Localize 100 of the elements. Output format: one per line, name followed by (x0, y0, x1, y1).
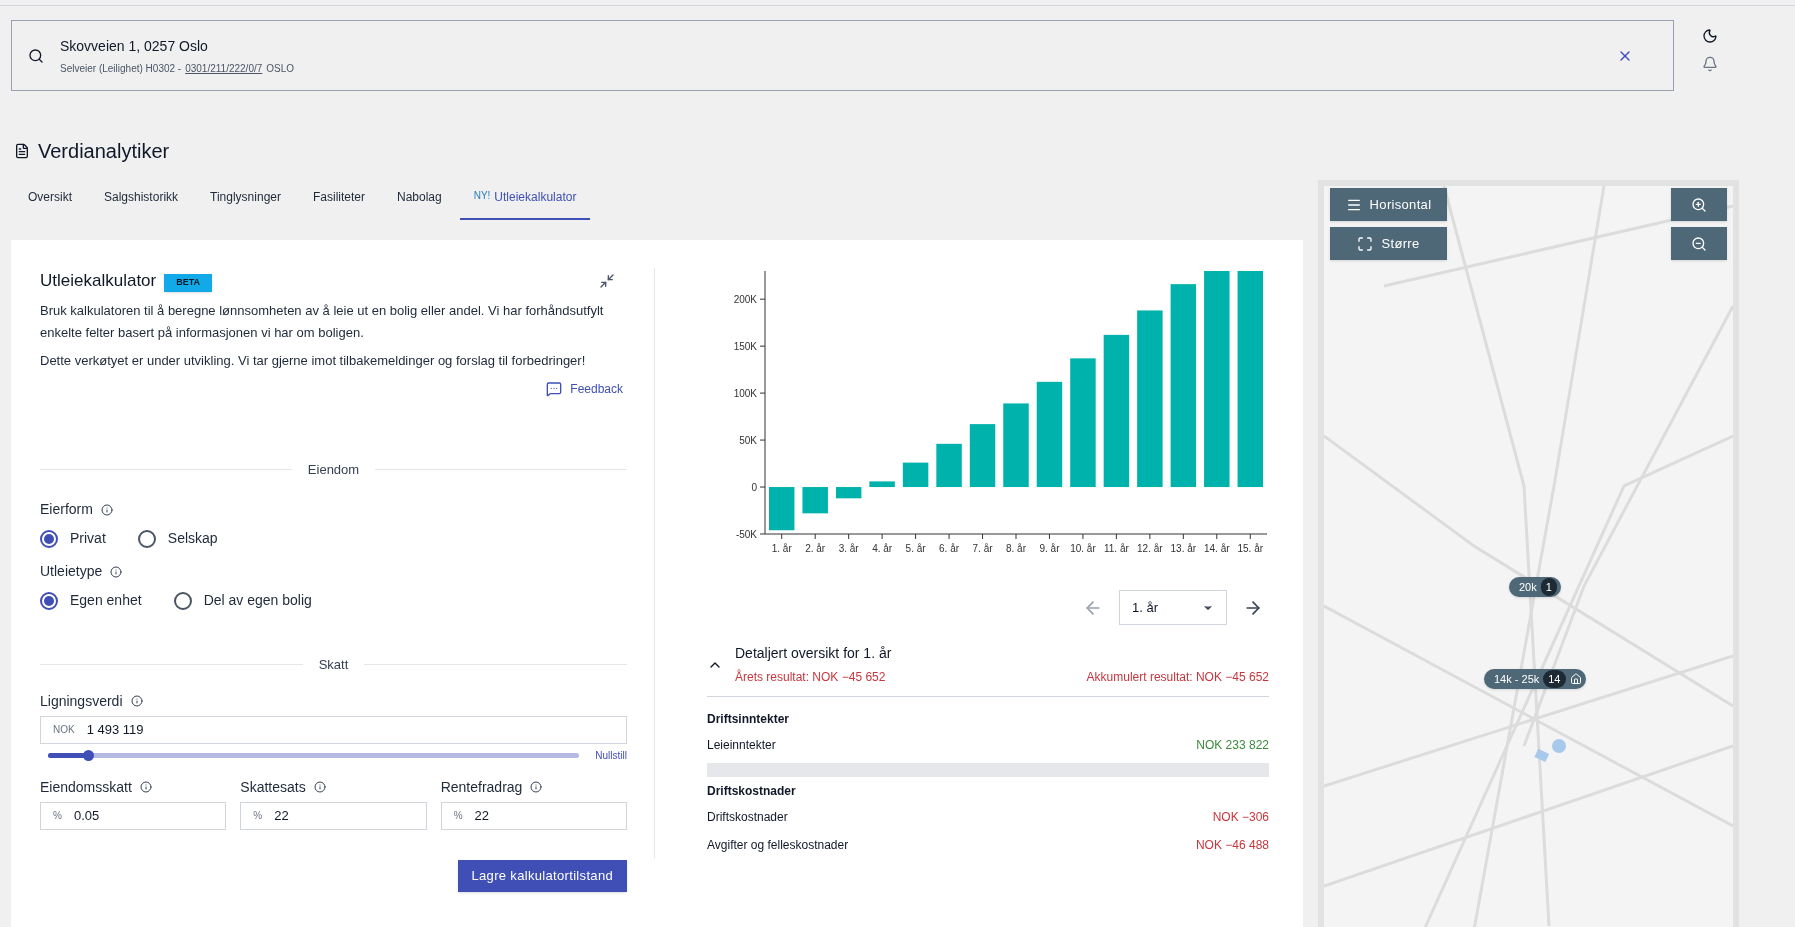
x-tick-label: 3. år (838, 543, 860, 554)
radio-button[interactable] (173, 591, 192, 610)
cadastre-link[interactable]: 0301/211/222/0/7 (185, 60, 263, 76)
moon-icon[interactable] (1702, 28, 1718, 44)
radio-button[interactable] (137, 529, 156, 548)
info-icon[interactable] (130, 695, 143, 707)
row-label: Leieinntekter (707, 737, 776, 754)
map-button[interactable]: Større (1330, 227, 1447, 260)
feedback-button[interactable]: Feedback (546, 379, 623, 398)
tab[interactable]: Nabolag (383, 188, 456, 220)
slider-track[interactable] (48, 752, 580, 758)
radio-option[interactable]: Selskap (137, 528, 218, 549)
chat-icon (546, 380, 563, 397)
zoom-out-button[interactable] (1671, 227, 1727, 260)
field-label: Utleietype (40, 562, 103, 581)
radio-option[interactable]: Egen enhet (40, 590, 142, 611)
row-label: Driftskostnader (707, 809, 788, 826)
info-icon[interactable] (110, 565, 123, 578)
zoom-in-icon (1691, 196, 1707, 213)
tab[interactable]: Fasiliteter (298, 188, 379, 220)
chart-bar (936, 443, 962, 488)
group-heading: Driftskostnader (707, 783, 797, 800)
x-tick-label: 8. år (1005, 543, 1027, 554)
slider-thumb[interactable] (83, 749, 95, 761)
accumulated-result: Akkumulert resultat: NOK −45 652 (1086, 669, 1269, 686)
section-heading: Eiendom (307, 460, 360, 479)
field-label: Ligningsverdi (40, 691, 123, 711)
x-tick-label: 4. år (872, 543, 893, 554)
document-icon (14, 143, 30, 159)
info-icon[interactable] (530, 781, 543, 793)
collapse-icon[interactable] (599, 272, 615, 289)
radio-button[interactable] (40, 591, 58, 610)
map-view[interactable]: Horisontal Større 20k 1 14k - 25k 14 (1324, 186, 1733, 927)
y-tick-label: 0 (751, 482, 758, 494)
field-label: Rentefradrag (440, 777, 523, 797)
zoom-out-icon (1691, 235, 1707, 252)
price-range: 20k (1519, 579, 1537, 595)
x-tick-label: 10. år (1070, 543, 1097, 554)
x-tick-label: 9. år (1039, 543, 1061, 554)
tab[interactable]: Salgshistorikk (90, 188, 193, 220)
radio-button[interactable] (40, 529, 58, 548)
field-value: 1 493 119 (86, 720, 144, 739)
expand-icon (1357, 235, 1374, 252)
beta-badge: BETA (164, 274, 213, 292)
tab[interactable]: Tinglysninger (196, 188, 295, 220)
x-tick-label: 1. år (771, 543, 793, 554)
listing-count: 14 (1543, 670, 1566, 688)
city-text: OSLO (266, 61, 295, 76)
percent-prefix: % (53, 809, 62, 823)
search-icon (28, 47, 44, 64)
price-marker[interactable]: 20k 1 (1509, 577, 1561, 597)
x-tick-label: 13. år (1170, 543, 1197, 554)
map-button[interactable]: Horisontal (1330, 188, 1447, 221)
field-label: Eiendomsskatt (40, 777, 132, 797)
info-icon[interactable] (100, 503, 113, 516)
row-amount: NOK 233 822 (1196, 737, 1269, 754)
description-text: Dette verkøtyet er under utvikling. Vi tar gjerne imot tilbakemeldinger og forslag til forbedringer! (40, 351, 587, 370)
info-icon[interactable] (313, 781, 326, 793)
field-value: 22 (474, 806, 490, 825)
field-label: Eierform (40, 500, 93, 519)
y-tick-label: 50K (739, 435, 758, 447)
radio-option[interactable]: Privat (40, 528, 106, 549)
property-info: Selveier (Leilighet) H0302 - (60, 61, 182, 76)
field-value: 22 (274, 806, 289, 825)
percent-field[interactable]: % 22 (440, 801, 627, 830)
field-label: Skattesats (240, 777, 306, 797)
chart-bar (969, 424, 996, 488)
field-value: 0.05 (73, 806, 100, 825)
row-label: Avgifter og felleskostnader (707, 837, 849, 854)
tab[interactable]: Oversikt (14, 188, 86, 220)
address-text: Skovveien 1, 0257 Oslo (60, 36, 209, 56)
save-button[interactable]: Lagre kalkulatortilstand (457, 859, 627, 892)
chart-bar (769, 487, 795, 531)
row-amount: NOK −46 488 (1195, 837, 1269, 854)
price-range: 14k - 25k (1494, 671, 1540, 687)
y-tick-label: 200K (733, 294, 758, 306)
y-tick-label: -50K (735, 529, 758, 540)
x-tick-label: 7. år (972, 543, 994, 554)
listing-count: 1 (1540, 578, 1557, 596)
tab[interactable]: NY! Utleiekalkulator (459, 188, 591, 220)
year-select[interactable]: 1. år (1119, 590, 1227, 625)
info-icon[interactable] (139, 781, 152, 793)
description-text: Bruk kalkulatoren til å beregne lønnsomheten av å leie ut en bolig eller andel. Vi har forhåndsutfylt enkelte felter basert på informasjonen vi har om boligen. (40, 301, 605, 342)
bell-icon[interactable] (1702, 56, 1718, 72)
percent-field[interactable]: % 22 (240, 801, 427, 830)
chart-bar (835, 487, 862, 499)
calculator-title: Utleiekalkulator (40, 270, 157, 292)
percent-field[interactable]: % 0.05 (40, 801, 227, 830)
currency-prefix: NOK (53, 723, 75, 737)
price-marker[interactable]: 14k - 25k 14 (1484, 669, 1586, 689)
reset-link[interactable]: Nullstill (595, 747, 627, 763)
percent-prefix: % (253, 809, 263, 823)
radio-option[interactable]: Del av egen bolig (173, 590, 312, 611)
search-bar[interactable]: Skovveien 1, 0257 Oslo Selveier (Leilighet) H0302 - 0301/211/222/0/7 OSLO (11, 20, 1674, 91)
x-tick-label: 15. år (1237, 543, 1264, 554)
y-tick-label: 100K (733, 388, 758, 400)
zoom-in-button[interactable] (1671, 188, 1727, 221)
new-label: NY! (473, 189, 491, 203)
assessed-value-field[interactable]: NOK 1 493 119 (40, 715, 627, 744)
x-tick-label: 14. år (1204, 543, 1231, 554)
